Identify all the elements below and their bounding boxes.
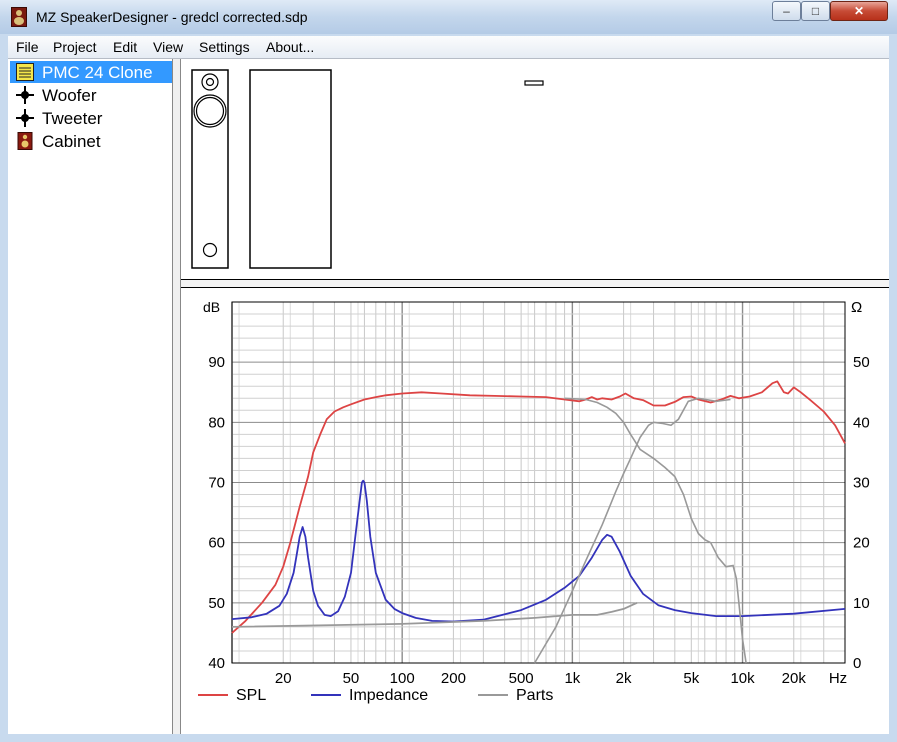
cabinet-icon [17,132,33,150]
x-tick-label: 50 [343,670,360,687]
x-tick-label: 20k [782,670,807,687]
y-tick-label-right: 30 [853,475,870,492]
cabinet-drawing [191,69,544,269]
chart-grid [231,301,846,664]
y-tick-label-right: 50 [853,354,870,371]
title-bar[interactable]: MZ SpeakerDesigner - gredcl corrected.sd… [0,0,897,34]
menu-settings[interactable]: Settings [199,39,250,55]
legend-label-spl: SPL [236,687,266,704]
legend-label-impedance: Impedance [349,687,428,704]
tree-item-woofer[interactable]: Woofer [10,84,172,106]
x-tick-label: 10k [730,670,755,687]
y-tick-label-right: 10 [853,595,870,612]
y-tick-label-left: 70 [208,475,225,492]
project-icon [16,63,34,81]
side-view[interactable] [249,69,332,269]
top-view-marker[interactable] [524,80,544,86]
series-spl-line [231,380,846,634]
driver-node-icon [16,86,34,104]
horizontal-splitter[interactable] [181,280,889,288]
legend-label-parts: Parts [516,687,553,704]
minimize-button[interactable]: – [772,1,801,21]
x-tick-label: 500 [509,670,534,687]
chart-legend: SPL Impedance Parts [198,687,553,704]
client-area: PMC 24 Clone Woofer Tweeter Cabinet 40 5… [8,59,889,734]
y-tick-label-left: 60 [208,535,225,552]
y-tick-label-right: 0 [853,655,861,672]
driver-node-icon [16,109,34,127]
chart-tick-labels: 40 50 60 70 80 90 0 10 20 30 40 50 20 50 100 200 500 1k 2k… [208,354,869,687]
y-tick-label-right: 40 [853,414,870,431]
right-axis-label: Ω [851,299,862,316]
tree-item-cabinet[interactable]: Cabinet [10,130,172,152]
app-window: MZ SpeakerDesigner - gredcl corrected.sd… [0,0,897,742]
cabinet-design-view [181,59,889,280]
y-tick-label-left: 80 [208,414,225,431]
frequency-response-graph: 40 50 60 70 80 90 0 10 20 30 40 50 20 50 100 200 500 1k 2k… [181,288,889,734]
y-tick-label-left: 90 [208,354,225,371]
front-baffle[interactable] [191,69,229,269]
maximize-button[interactable]: □ [801,1,830,21]
menu-edit[interactable]: Edit [113,39,137,55]
speaker-app-icon[interactable] [11,7,27,27]
menu-bar: File Project Edit View Settings About... [8,36,889,59]
y-tick-label-left: 40 [208,655,225,672]
y-tick-label-right: 20 [853,535,870,552]
vertical-splitter[interactable] [173,59,181,734]
x-tick-label: 100 [390,670,415,687]
tree-item-label: Woofer [42,86,97,105]
tree-item-project[interactable]: PMC 24 Clone [10,61,172,83]
tree-item-label: Tweeter [42,109,103,128]
left-axis-label: dB [203,299,220,315]
port-opening[interactable] [202,242,218,258]
tree-item-label: PMC 24 Clone [42,63,153,82]
y-tick-label-left: 50 [208,595,225,612]
x-tick-label: 200 [441,670,466,687]
tweeter-dome [205,77,215,87]
chart-series [231,380,846,664]
x-tick-label: 5k [683,670,699,687]
series-impedance-line [231,479,846,623]
x-tick-label: 2k [616,670,632,687]
tree-item-label: Cabinet [42,132,101,151]
x-tick-label: 1k [564,670,580,687]
menu-view[interactable]: View [153,39,183,55]
menu-about[interactable]: About... [266,39,314,55]
response-chart: 40 50 60 70 80 90 0 10 20 30 40 50 20 50 100 200 500 1k 2k… [198,299,870,704]
woofer-cone [195,96,225,126]
x-tick-label: Hz [829,670,847,687]
menu-project[interactable]: Project [53,39,97,55]
close-button[interactable]: ✕ [830,1,888,21]
tree-item-tweeter[interactable]: Tweeter [10,107,172,129]
x-tick-label: 20 [275,670,292,687]
project-tree: PMC 24 Clone Woofer Tweeter Cabinet [8,59,173,734]
menu-file[interactable]: File [16,39,39,55]
tweeter-outline[interactable] [201,73,219,91]
woofer-outline[interactable] [193,94,227,128]
window-title: MZ SpeakerDesigner - gredcl corrected.sd… [36,9,308,25]
